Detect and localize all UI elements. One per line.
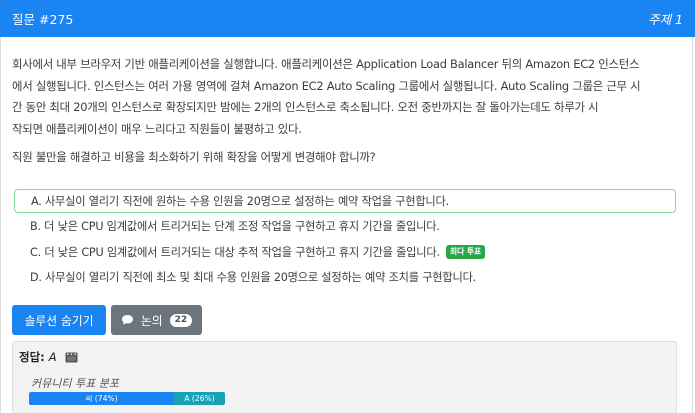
choice-b[interactable]: B. 더 낮은 CPU 임계값에서 트리거되는 단계 조정 작업을 구현하고 휴… [14,214,676,238]
chat-bubble-icon [121,314,134,326]
question-ask: 직원 불만을 해결하고 비용을 최소화하기 위해 확장을 어떻게 변경해야 합니… [12,150,376,164]
correct-answer: 정답: A [19,349,78,365]
hide-solution-button[interactable]: 솔루션 숨기기 [12,305,106,335]
correct-answer-value: A [48,350,57,364]
discussion-count: 22 [169,313,193,327]
vote-segment-w: 씨 (74%) [29,392,175,405]
vote-segment-a: A (26%) [174,392,225,405]
choice-text: A. 사무실이 열리기 직전에 원하는 수용 인원을 20명으로 설정하는 예약… [31,195,449,208]
hide-solution-label: 솔루션 숨기기 [24,313,94,328]
answer-panel: 정답: A 커뮤니티 투표 분포 씨 (74%) A (26%) [12,341,677,413]
film-icon[interactable] [65,352,78,363]
discussion-button[interactable]: 논의 22 [111,305,202,335]
choice-c[interactable]: C. 더 낮은 CPU 임계값에서 트리거되는 대상 추적 작업을 구현하고 휴… [14,240,676,264]
correct-answer-label: 정답: [19,350,45,364]
question-line: 회사에서 내부 브라우저 기반 애플리케이션을 실행합니다. 애플리케이션은 A… [12,57,640,71]
choice-text: D. 사무실이 열리기 직전에 최소 및 최대 수용 인원을 20명으로 설정하… [30,271,477,284]
question-line: 간 동안 최대 20개의 인스턴스로 확장되지만 밤에는 2개의 인스턴스로 축… [12,100,599,115]
choice-text: B. 더 낮은 CPU 임계값에서 트리거되는 단계 조정 작업을 구현하고 휴… [30,220,440,233]
question-header: 질문 #275 주제 1 [0,0,695,37]
question-line: 작되면 애플리케이션이 매우 느리다고 직원들이 불평하고 있다. [12,121,302,136]
choice-a[interactable]: A. 사무실이 열리기 직전에 원하는 수용 인원을 20명으로 설정하는 예약… [14,189,676,213]
most-voted-badge: 최다 투표 [445,245,486,259]
vote-distribution-label: 커뮤니티 투표 분포 [31,377,119,390]
question-number: 질문 #275 [12,12,74,27]
discussion-label: 논의 [140,313,163,328]
choice-text: C. 더 낮은 CPU 임계값에서 트리거되는 대상 추적 작업을 구현하고 휴… [30,246,440,259]
topic-label: 주제 1 [648,12,683,27]
choice-d[interactable]: D. 사무실이 열리기 직전에 최소 및 최대 수용 인원을 20명으로 설정하… [14,265,676,289]
question-line: 에서 실행됩니다. 인스턴스는 여러 가용 영역에 걸쳐 Amazon EC2 … [12,78,641,93]
question-body: 회사에서 내부 브라우저 기반 애플리케이션을 실행합니다. 애플리케이션은 A… [12,54,682,140]
vote-distribution-bar: 씨 (74%) A (26%) [29,392,225,405]
